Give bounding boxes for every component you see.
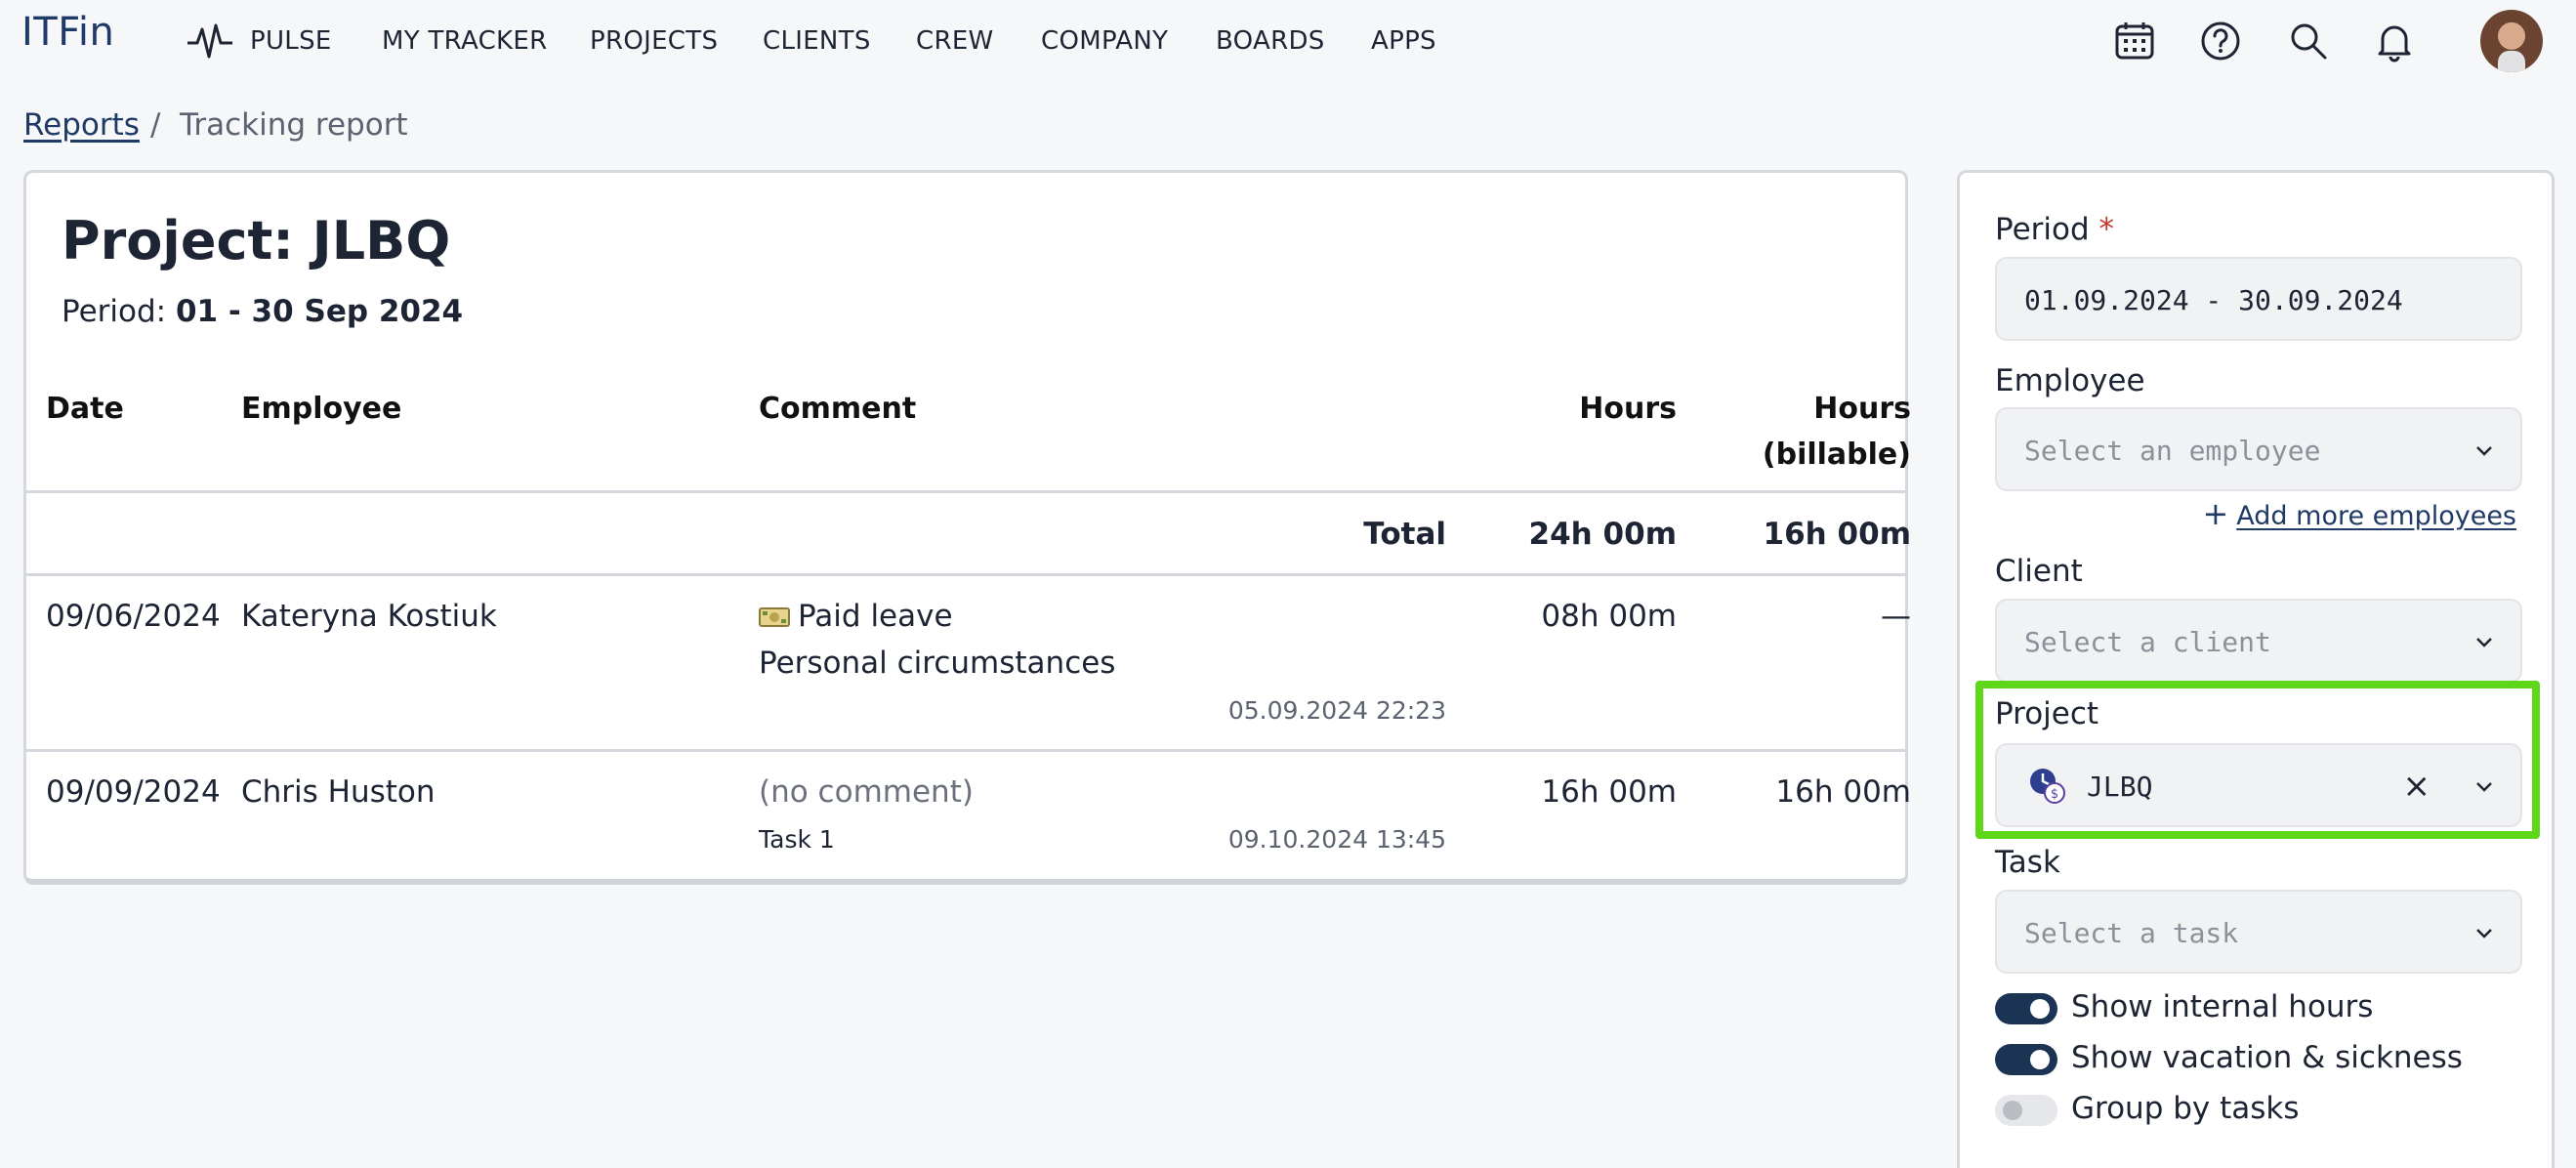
show-vacation-sickness-label: Show vacation & sickness: [2071, 1040, 2463, 1075]
row-divider: [26, 749, 1905, 752]
row-comment-type: Paid leave: [798, 599, 953, 634]
report-period-label: Period:: [62, 294, 176, 329]
task-select[interactable]: Select a task: [1995, 890, 2522, 974]
nav-projects[interactable]: PROJECTS: [590, 26, 718, 56]
calendar-icon[interactable]: [2113, 20, 2156, 63]
nav-clients[interactable]: CLIENTS: [763, 26, 871, 56]
group-by-tasks-toggle[interactable]: [1995, 1095, 2057, 1126]
money-icon: [759, 607, 790, 627]
show-internal-hours-label: Show internal hours: [2071, 989, 2374, 1024]
svg-text:$: $: [2051, 787, 2058, 802]
period-field[interactable]: 01.09.2024 - 30.09.2024: [1995, 257, 2522, 341]
period-label: Period *: [1995, 212, 2114, 247]
add-more-employees-link[interactable]: + Add more employees: [2202, 495, 2516, 532]
column-header-employee[interactable]: Employee: [241, 386, 401, 432]
client-label: Client: [1995, 554, 2083, 589]
employee-label: Employee: [1995, 363, 2145, 398]
filter-panel: Period * 01.09.2024 - 30.09.2024 Employe…: [1957, 170, 2555, 1168]
report-period: Period: 01 - 30 Sep 2024: [62, 294, 463, 329]
column-header-hours-billable[interactable]: Hours (billable): [1686, 386, 1911, 478]
show-vacation-sickness-toggle[interactable]: [1995, 1044, 2057, 1075]
project-icon: $: [2030, 769, 2065, 804]
help-icon[interactable]: [2199, 20, 2242, 63]
breadcrumb-current: Tracking report: [180, 107, 408, 143]
header-divider: [26, 490, 1905, 493]
group-by-tasks-label: Group by tasks: [2071, 1091, 2300, 1126]
chevron-down-icon[interactable]: [2473, 776, 2495, 798]
row-date: 09/09/2024: [46, 774, 221, 810]
total-label: Total: [1363, 517, 1446, 552]
nav-company[interactable]: COMPANY: [1041, 26, 1168, 56]
row-timestamp: 05.09.2024 22:23: [1227, 696, 1446, 725]
plus-icon: +: [2202, 495, 2229, 532]
row-hours: 08h 00m: [1541, 599, 1677, 634]
total-hours: 24h 00m: [1528, 517, 1677, 552]
chevron-down-icon: [2476, 446, 2492, 456]
app-logo[interactable]: ITFin: [21, 10, 114, 55]
breadcrumb-separator: /: [150, 107, 161, 143]
chevron-down-icon: [2476, 929, 2492, 939]
search-icon[interactable]: [2287, 20, 2330, 63]
employee-placeholder: Select an employee: [2024, 435, 2321, 467]
add-more-employees-text: Add more employees: [2236, 501, 2516, 531]
report-period-value: 01 - 30 Sep 2024: [175, 294, 464, 329]
chevron-down-icon: [2476, 638, 2492, 647]
tracking-report-card: Project: JLBQ Period: 01 - 30 Sep 2024 D…: [23, 170, 1911, 885]
project-label: Project: [1995, 696, 2099, 731]
row-employee: Chris Huston: [241, 774, 436, 810]
client-select[interactable]: Select a client: [1995, 599, 2522, 683]
column-header-hours[interactable]: Hours: [1491, 386, 1677, 432]
column-header-billable-line2: (billable): [1762, 438, 1911, 472]
row-billable-hours: 16h 00m: [1775, 774, 1911, 810]
row-task: Task 1: [759, 825, 835, 854]
total-billable-hours: 16h 00m: [1763, 517, 1911, 552]
total-divider: [26, 573, 1905, 576]
nav-my-tracker[interactable]: MY TRACKER: [382, 26, 548, 56]
nav-crew[interactable]: CREW: [916, 26, 994, 56]
breadcrumb-reports-link[interactable]: Reports: [23, 107, 140, 143]
bell-icon[interactable]: [2373, 20, 2416, 63]
row-comment: (no comment): [759, 774, 974, 810]
client-placeholder: Select a client: [2024, 626, 2271, 658]
task-label: Task: [1995, 845, 2060, 880]
nav-boards[interactable]: BOARDS: [1216, 26, 1325, 56]
project-value: JLBQ: [2087, 771, 2153, 803]
row-hours: 16h 00m: [1541, 774, 1677, 810]
top-navigation: ITFin PULSE MY TRACKER PROJECTS CLIENTS …: [0, 0, 2576, 84]
row-date: 09/06/2024: [46, 599, 221, 634]
row-timestamp: 09.10.2024 13:45: [1227, 825, 1446, 854]
column-header-date[interactable]: Date: [46, 386, 124, 432]
nav-pulse[interactable]: PULSE: [250, 26, 332, 56]
row-billable-hours: —: [1881, 599, 1911, 634]
user-avatar[interactable]: [2480, 10, 2543, 72]
report-title: Project: JLBQ: [62, 210, 451, 271]
clear-selection-icon[interactable]: ×: [2403, 767, 2431, 806]
pulse-icon[interactable]: [186, 20, 236, 63]
nav-apps[interactable]: APPS: [1371, 26, 1436, 56]
show-internal-hours-toggle[interactable]: [1995, 993, 2057, 1024]
task-placeholder: Select a task: [2024, 917, 2239, 949]
employee-select[interactable]: Select an employee: [1995, 407, 2522, 491]
column-header-comment[interactable]: Comment: [759, 386, 916, 432]
required-mark: *: [2098, 212, 2115, 247]
project-select[interactable]: $ JLBQ ×: [1995, 743, 2522, 827]
column-header-billable-line1: Hours: [1813, 392, 1911, 426]
period-value: 01.09.2024 - 30.09.2024: [2024, 284, 2403, 316]
period-label-text: Period: [1995, 212, 2090, 247]
row-comment: Personal circumstances: [759, 646, 1116, 681]
row-employee: Kateryna Kostiuk: [241, 599, 497, 634]
